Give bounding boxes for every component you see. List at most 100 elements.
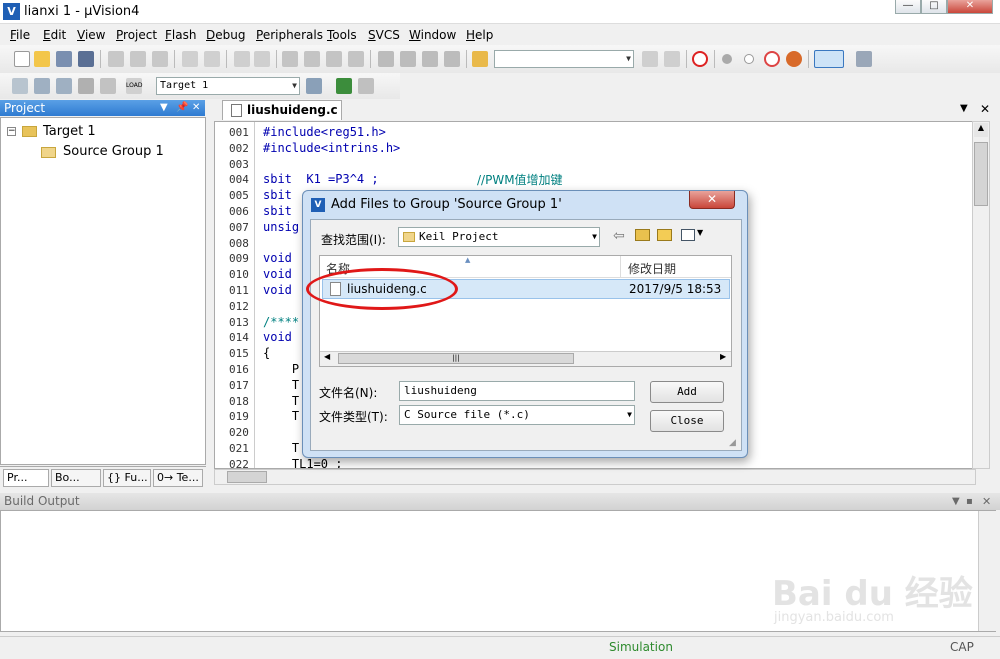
maximize-button[interactable]: □ <box>921 0 947 14</box>
uncomment-icon[interactable] <box>444 51 460 67</box>
scroll-up-icon[interactable]: ▲ <box>974 123 988 137</box>
dropdown-arrow-icon[interactable]: ▼ <box>592 228 597 246</box>
nav-back-icon[interactable] <box>234 51 250 67</box>
target-options-icon[interactable] <box>306 78 322 94</box>
tab-list-icon[interactable]: ▼ <box>960 103 968 114</box>
menu-help[interactable]: Help <box>466 28 493 42</box>
download-icon[interactable]: LOAD <box>126 78 142 94</box>
configure-icon[interactable] <box>856 51 872 67</box>
new-file-icon[interactable] <box>14 51 30 67</box>
filename-input[interactable]: liushuideng <box>399 381 635 401</box>
manage-components-icon[interactable] <box>336 78 352 94</box>
view-menu-icon[interactable] <box>681 229 695 241</box>
dialog-close-button[interactable]: ✕ <box>689 191 735 209</box>
build-close-icon[interactable]: ✕ <box>982 493 991 510</box>
close-dialog-button[interactable]: Close <box>650 410 724 432</box>
batch-build-icon[interactable] <box>78 78 94 94</box>
menu-file[interactable]: File <box>10 28 30 42</box>
hscroll-thumb[interactable] <box>227 471 267 483</box>
filetype-select[interactable]: C Source file (*.c) ▼ <box>399 405 635 425</box>
find-icon[interactable] <box>642 51 658 67</box>
find-combo[interactable]: ▼ <box>494 50 634 68</box>
scroll-thumb[interactable] <box>974 142 988 206</box>
build-output-scrollbar[interactable] <box>978 511 996 631</box>
bookmark-prev-icon[interactable] <box>304 51 320 67</box>
menu-peripherals[interactable]: Peripherals <box>256 28 323 42</box>
code-comment: //PWM值增加键 <box>477 173 563 187</box>
view-dropdown-icon[interactable]: ▼ <box>697 228 703 237</box>
tree-item-source-group[interactable]: Source Group 1 <box>21 143 201 161</box>
undo-icon[interactable] <box>182 51 198 67</box>
menu-window[interactable]: Window <box>409 28 456 42</box>
minimize-button[interactable]: ― <box>895 0 921 14</box>
editor-horizontal-scrollbar[interactable] <box>214 469 976 485</box>
window-layout-icon[interactable] <box>814 50 844 68</box>
scroll-left-icon[interactable]: ◀ <box>324 352 330 361</box>
breakpoint-disable-icon[interactable] <box>744 54 754 64</box>
menu-project[interactable]: Project <box>116 28 157 42</box>
translate-icon[interactable] <box>12 78 28 94</box>
resize-grip-icon[interactable]: ◢ <box>729 438 736 448</box>
back-icon[interactable]: ⇦ <box>613 228 625 244</box>
bookmark-next-icon[interactable] <box>326 51 342 67</box>
line-number: 019 <box>229 410 249 424</box>
tab-project[interactable]: Pr... <box>3 469 49 487</box>
editor-close-icon[interactable]: ✕ <box>980 102 990 116</box>
pane-menu-icon[interactable]: ▼ <box>160 100 168 116</box>
column-date[interactable]: 修改日期 <box>628 260 676 277</box>
pin-icon[interactable]: 📌 <box>176 100 188 116</box>
add-button[interactable]: Add <box>650 381 724 403</box>
look-in-select[interactable]: Keil Project ▼ <box>398 227 600 247</box>
scroll-thumb[interactable]: ||| <box>338 353 574 364</box>
incremental-find-icon[interactable] <box>664 51 680 67</box>
menu-edit[interactable]: Edit <box>43 28 66 42</box>
menu-debug[interactable]: Debug <box>206 28 245 42</box>
up-folder-icon[interactable] <box>635 229 650 241</box>
collapse-icon[interactable]: − <box>7 127 16 136</box>
rebuild-icon[interactable] <box>56 78 72 94</box>
save-all-icon[interactable] <box>78 51 94 67</box>
close-button[interactable]: ✕ <box>947 0 993 14</box>
pane-close-icon[interactable]: ✕ <box>192 100 200 116</box>
comment-icon[interactable] <box>422 51 438 67</box>
breakpoint-icon[interactable] <box>722 54 732 64</box>
build-pane-menu-icon[interactable]: ▼ <box>952 493 960 510</box>
stop-build-icon[interactable] <box>100 78 116 94</box>
tree-item-target[interactable]: − Target 1 <box>7 123 197 141</box>
line-number: 006 <box>229 205 249 218</box>
breakpoints-kill-all-icon[interactable] <box>786 51 802 67</box>
editor-vertical-scrollbar[interactable]: ▲ <box>972 121 990 469</box>
find-in-files-icon[interactable] <box>472 51 488 67</box>
dropdown-arrow-icon[interactable]: ▼ <box>627 406 632 424</box>
menu-flash[interactable]: Flash <box>165 28 196 42</box>
indent-icon[interactable] <box>378 51 394 67</box>
new-folder-icon[interactable] <box>657 229 672 241</box>
tab-books[interactable]: Bo... <box>51 469 101 487</box>
editor-tab-file[interactable]: liushuideng.c <box>222 100 342 120</box>
save-icon[interactable] <box>56 51 72 67</box>
build-icon[interactable] <box>34 78 50 94</box>
paste-icon[interactable] <box>152 51 168 67</box>
tab-templates[interactable]: 0→ Te... <box>153 469 203 487</box>
code-line: void <box>263 283 292 297</box>
tab-functions[interactable]: {} Fu... <box>103 469 151 487</box>
bookmark-icon[interactable] <box>282 51 298 67</box>
code-line: /**** <box>263 314 300 329</box>
menu-view[interactable]: View <box>77 28 105 42</box>
unindent-icon[interactable] <box>400 51 416 67</box>
copy-icon[interactable] <box>130 51 146 67</box>
build-pin-icon[interactable]: ▪ <box>966 493 973 510</box>
bookmark-clear-icon[interactable] <box>348 51 364 67</box>
redo-icon[interactable] <box>204 51 220 67</box>
menu-svcs[interactable]: SVCS <box>368 28 400 42</box>
debug-session-icon[interactable] <box>692 51 708 67</box>
file-list-scrollbar[interactable]: ◀ ||| ▶ <box>320 351 731 366</box>
nav-forward-icon[interactable] <box>254 51 270 67</box>
open-file-icon[interactable] <box>34 51 50 67</box>
menu-tools[interactable]: Tools <box>327 28 357 42</box>
breakpoints-disable-all-icon[interactable] <box>764 51 780 67</box>
scroll-right-icon[interactable]: ▶ <box>720 352 726 361</box>
target-select[interactable]: Target 1 ▼ <box>156 77 300 95</box>
cut-icon[interactable] <box>108 51 124 67</box>
select-packs-icon[interactable] <box>358 78 374 94</box>
